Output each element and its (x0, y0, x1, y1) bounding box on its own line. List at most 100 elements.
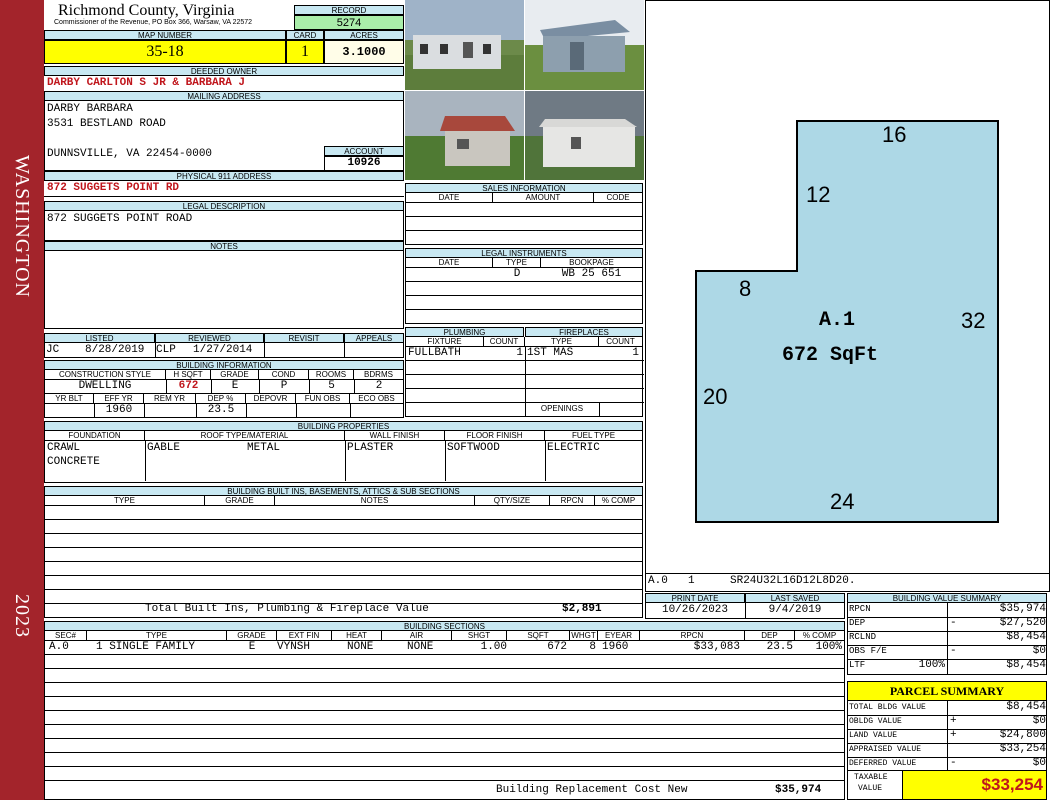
col-sec: SEC# (45, 631, 87, 641)
summary-obs-label: OBS F/E (849, 646, 887, 656)
divider (45, 752, 844, 753)
divider (44, 196, 404, 197)
col-builtin-type: TYPE (45, 496, 205, 506)
sketch-dim-top: 16 (882, 122, 907, 147)
divider (45, 724, 844, 725)
reviewed-label: REVIEWED (155, 333, 264, 343)
divider (344, 343, 345, 358)
divider (406, 360, 644, 361)
col-instrument-type: TYPE (493, 258, 541, 268)
parcel-summary-title: PARCEL SUMMARY (847, 681, 1047, 701)
floor-plan-sketch (695, 120, 999, 523)
bedrooms: 2 (375, 380, 383, 392)
parcel-deferred-value: $0 (1032, 757, 1046, 769)
roof-material: METAL (247, 442, 281, 454)
divider (406, 216, 642, 217)
builtins-total-value: $2,891 (562, 603, 602, 615)
col-rooms: ROOMS (309, 370, 354, 380)
fixture-name: FULLBATH (408, 347, 461, 359)
fireplaces-label: FIREPLACES (525, 327, 643, 337)
sidebar: WASHINGTON 2023 (0, 0, 44, 800)
openings-label: OPENINGS (540, 404, 584, 413)
divider (406, 388, 644, 389)
reviewed-by: CLP (156, 344, 176, 356)
col-builtin-rpcn: RPCN (550, 496, 595, 506)
account-label: ACCOUNT (324, 146, 404, 156)
section-rpcn: $33,083 (693, 641, 740, 653)
col-roof: ROOF TYPE/MATERIAL (145, 431, 345, 441)
col-bdrms: BDRMS (354, 370, 404, 380)
section-comp: 100% (815, 641, 842, 653)
col-construction-style: CONSTRUCTION STYLE (44, 370, 166, 380)
building-properties-table: FOUNDATION ROOF TYPE/MATERIAL WALL FINIS… (44, 431, 643, 483)
heated-sqft: 672 (178, 380, 199, 392)
col-fireplace-type: TYPE (525, 337, 599, 347)
section-ext-fin: VYNSH (277, 641, 311, 653)
divider (45, 547, 642, 548)
divider (45, 696, 844, 697)
summary-dep-label: DEP (849, 618, 866, 628)
rooms: 5 (328, 380, 335, 392)
property-photo-1[interactable] (405, 0, 524, 90)
col-eco-obs: ECO OBS (350, 394, 404, 404)
divider (45, 668, 844, 669)
section-number: A.0 (49, 641, 69, 653)
divider (350, 404, 351, 418)
section-whgt: 8 (589, 641, 596, 653)
condition: P (280, 380, 288, 392)
building-info-label: BUILDING INFORMATION (44, 360, 404, 370)
col-sec-whgt: WHGT (570, 631, 598, 641)
plumbing-label: PLUMBING (405, 327, 524, 337)
listed-date: 8/28/2019 (85, 344, 145, 356)
col-wall-finish: WALL FINISH (345, 431, 445, 441)
col-floor-finish: FLOOR FINISH (445, 431, 545, 441)
sales-table: DATE AMOUNT CODE (405, 193, 643, 245)
section-dep: 23.5 (766, 641, 793, 653)
col-builtin-notes: NOTES (275, 496, 475, 506)
county-title: Richmond County, Virginia (58, 2, 235, 19)
card-label: CARD (286, 30, 324, 40)
sketch-footer-card: 1 (688, 575, 695, 587)
builtins-total-label: Total Built Ins, Plumbing & Fireplace Va… (145, 603, 429, 615)
building-info-table: CONSTRUCTION STYLE H SQFT GRADE COND ROO… (44, 370, 404, 418)
notes-box (44, 251, 404, 329)
listed-label: LISTED (44, 333, 155, 343)
divider (45, 766, 844, 767)
divider (45, 738, 844, 739)
summary-rpcn-label: RPCN (849, 604, 871, 614)
building-sections-table: SEC# TYPE GRADE EXT FIN HEAT AIR SHGT SQ… (44, 631, 845, 800)
parcel-appraised-label: APPRAISED VALUE (849, 745, 922, 754)
parcel-land-label: LAND VALUE (849, 731, 898, 740)
section-shgt: 1.00 (480, 641, 507, 653)
appeals-label: APPEALS (344, 333, 404, 343)
physical-address-label: PHYSICAL 911 ADDRESS (44, 171, 404, 181)
builtins-label: BUILDING BUILT INS, BASEMENTS, ATTICS & … (44, 486, 643, 496)
notes-label: NOTES (44, 241, 404, 251)
divider (406, 309, 642, 310)
section-air: NONE (407, 641, 434, 653)
section-heat: NONE (347, 641, 374, 653)
divider (406, 230, 642, 231)
col-fun-obs: FUN OBS (296, 394, 350, 404)
property-photo-3[interactable] (405, 91, 524, 180)
col-depovr: DEPOVR (246, 394, 296, 404)
listed-by: JC (46, 344, 60, 356)
photo-block-shed-icon (405, 91, 524, 180)
parcel-land-value: $24,800 (999, 729, 1046, 741)
summary-obs-value: $0 (1032, 645, 1046, 657)
parcel-total-bldg-label: TOTAL BLDG VALUE (849, 703, 926, 712)
col-sec-ext-fin: EXT FIN (277, 631, 332, 641)
photo-mobile-home-icon (405, 0, 524, 90)
fireplace-count: 1 (632, 347, 639, 359)
divider (296, 404, 297, 418)
sketch-area[interactable]: 16 12 8 32 20 24 A.1 672 SqFt (645, 0, 1050, 574)
builtins-table: TYPE GRADE NOTES QTY/SIZE RPCN % COMP To… (44, 496, 643, 618)
instrument-bookpage: WB 25 651 (561, 268, 622, 280)
col-builtin-comp: % COMP (595, 496, 642, 506)
divider (406, 295, 642, 296)
map-number-label: MAP NUMBER (44, 30, 286, 40)
property-photo-2[interactable] (525, 0, 644, 90)
foundation-1: CRAWL (47, 442, 81, 454)
property-photo-4[interactable] (525, 91, 644, 180)
col-cond: COND (259, 370, 309, 380)
